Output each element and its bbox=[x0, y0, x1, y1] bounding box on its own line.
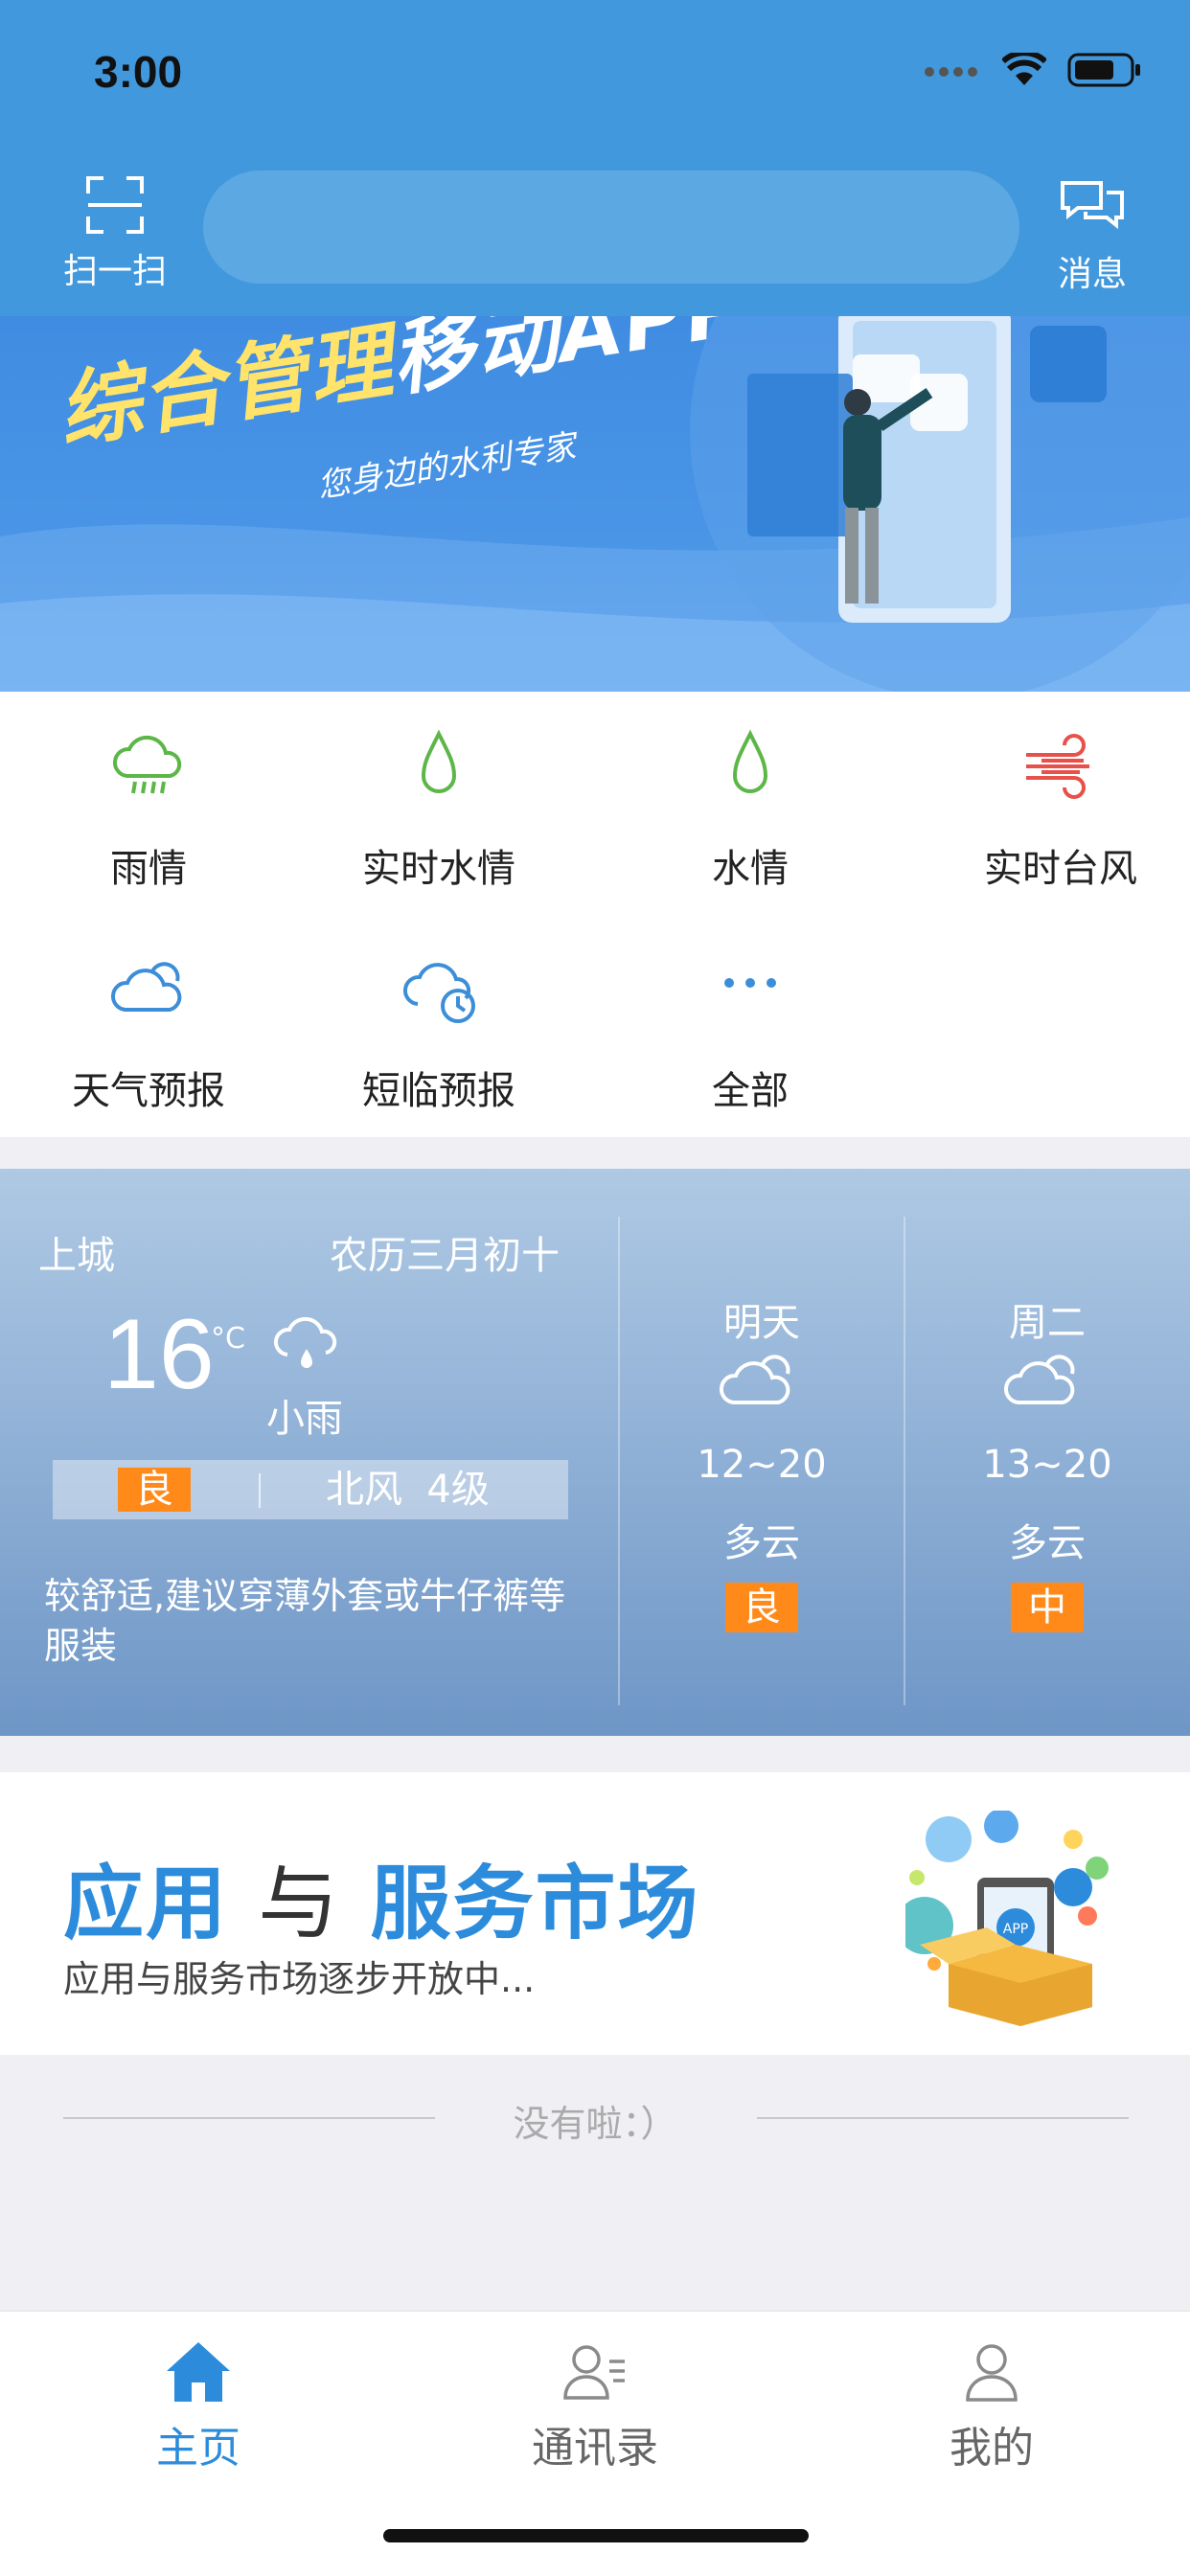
function-nowcast[interactable]: 短临预报 bbox=[290, 914, 587, 1136]
rain-cloud-icon bbox=[112, 735, 182, 794]
market-title-part2: 与 bbox=[258, 1857, 341, 1950]
wind-info: 北风 4级 bbox=[326, 1468, 490, 1512]
aqi-badge: 良 bbox=[118, 1468, 191, 1512]
message-label: 消息 bbox=[1057, 255, 1127, 294]
weather-card[interactable]: 上城 农历三月初十 16 °C 小雨 良 北风 4级 较舒适,建议穿薄外套或牛仔… bbox=[0, 1169, 1190, 1736]
market-title: 应用 与 服务市场 bbox=[63, 1839, 700, 1955]
function-grid: 雨情 实时水情 水情 实时台风 天气预报 短临预报 全部 bbox=[0, 692, 1190, 1137]
battery-icon bbox=[1067, 53, 1142, 91]
function-label: 水情 bbox=[712, 847, 789, 891]
lunar-date: 农历三月初十 bbox=[330, 1234, 560, 1278]
dressing-advice: 较舒适,建议穿薄外套或牛仔裤等服装 bbox=[44, 1575, 566, 1667]
temp-unit: °C bbox=[211, 1322, 245, 1356]
tab-me[interactable]: 我的 bbox=[793, 2340, 1190, 2474]
home-indicator bbox=[383, 2529, 809, 2542]
function-rain[interactable]: 雨情 bbox=[0, 692, 297, 914]
home-icon bbox=[167, 2342, 230, 2402]
tab-contacts[interactable]: 通讯录 bbox=[397, 2340, 793, 2474]
forecast-day: 周二 bbox=[1009, 1301, 1086, 1345]
tab-label: 主页 bbox=[156, 2424, 240, 2473]
function-label: 天气预报 bbox=[72, 1069, 225, 1113]
market-subtitle: 应用与服务市场逐步开放中... bbox=[63, 1958, 536, 2000]
cloudy-icon bbox=[1003, 1355, 1075, 1404]
scan-icon bbox=[86, 176, 144, 234]
water-drop-icon bbox=[421, 729, 457, 793]
scan-button[interactable]: 扫一扫 bbox=[53, 174, 177, 293]
more-dots-icon bbox=[724, 978, 776, 988]
status-time: 3:00 bbox=[94, 47, 183, 97]
divider bbox=[259, 1473, 261, 1508]
function-label: 实时台风 bbox=[984, 847, 1137, 891]
forecast-day: 明天 bbox=[723, 1301, 800, 1345]
cloud-icon bbox=[110, 962, 182, 1012]
function-label: 实时水情 bbox=[362, 847, 515, 891]
app-market-card[interactable]: 应用 与 服务市场 应用与服务市场逐步开放中... APP bbox=[0, 1772, 1190, 2055]
function-label: 雨情 bbox=[110, 847, 187, 891]
forecast-condition: 多云 bbox=[1009, 1521, 1086, 1565]
function-typhoon[interactable]: 实时台风 bbox=[912, 692, 1190, 914]
function-label: 全部 bbox=[712, 1069, 789, 1113]
forecast-condition: 多云 bbox=[723, 1521, 800, 1565]
tab-label: 通讯录 bbox=[532, 2424, 658, 2473]
status-icons bbox=[924, 50, 1142, 91]
weather-city: 上城 bbox=[38, 1234, 115, 1278]
function-label: 短临预报 bbox=[362, 1069, 515, 1113]
app-box-illustration: APP bbox=[905, 1811, 1109, 2026]
forecast-aqi-badge: 中 bbox=[1011, 1583, 1084, 1632]
forecast-range: 12~20 bbox=[697, 1443, 827, 1487]
tab-home[interactable]: 主页 bbox=[0, 2340, 397, 2474]
tab-label: 我的 bbox=[950, 2424, 1034, 2473]
scan-label: 扫一扫 bbox=[62, 252, 167, 291]
function-water[interactable]: 水情 bbox=[602, 692, 899, 914]
aqi-wind-strip: 良 北风 4级 bbox=[53, 1460, 568, 1519]
contacts-icon bbox=[563, 2345, 625, 2400]
current-temp: 16 bbox=[103, 1299, 215, 1410]
end-of-list-note: 没有啦：） bbox=[513, 2103, 677, 2145]
market-title-part3: 服务市场 bbox=[370, 1857, 700, 1950]
forecast-range: 13~20 bbox=[982, 1443, 1112, 1487]
market-title-part1: 应用 bbox=[63, 1857, 229, 1950]
light-rain-icon bbox=[274, 1316, 337, 1368]
forecast-aqi-badge: 良 bbox=[725, 1583, 798, 1632]
signal-dots-icon bbox=[924, 63, 981, 81]
promo-banner[interactable]: 综合管理移动APP 您身边的水利专家 bbox=[0, 316, 1190, 692]
cloud-clock-icon bbox=[402, 963, 475, 1023]
wind-icon bbox=[1026, 734, 1089, 799]
search-input[interactable] bbox=[203, 171, 1019, 284]
water-drop-icon bbox=[732, 729, 768, 793]
function-weather[interactable]: 天气预报 bbox=[0, 914, 297, 1136]
chat-icon bbox=[1061, 181, 1124, 230]
function-all[interactable]: 全部 bbox=[602, 914, 899, 1136]
current-condition: 小雨 bbox=[266, 1397, 343, 1441]
wifi-icon bbox=[1000, 50, 1048, 91]
user-icon bbox=[966, 2344, 1018, 2402]
app-badge-text: APP bbox=[1003, 1922, 1028, 1937]
function-realtime-water[interactable]: 实时水情 bbox=[290, 692, 587, 914]
message-button[interactable]: 消息 bbox=[1044, 177, 1140, 296]
cloudy-icon bbox=[719, 1355, 790, 1404]
